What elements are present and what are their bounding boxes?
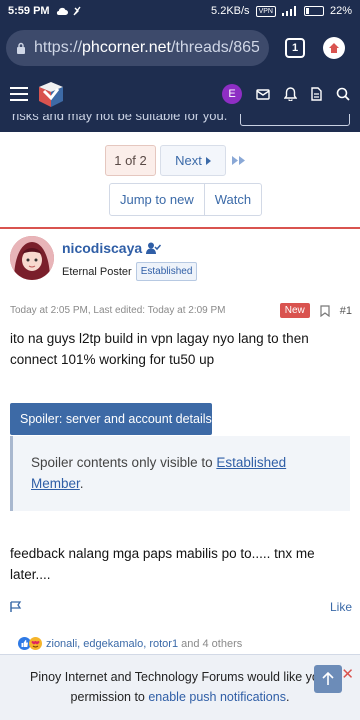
url-scheme: https:// — [34, 39, 83, 56]
like-button[interactable]: Like — [330, 600, 352, 614]
enable-push-link[interactable]: enable push notifications — [148, 690, 286, 704]
author-avatar[interactable] — [10, 236, 54, 280]
push-banner-end: . — [285, 690, 290, 704]
document-icon[interactable] — [311, 87, 322, 101]
push-notification-banner: Pinoy Internet and Technology Forums wou… — [0, 654, 360, 720]
url-text: https://phcorner.net/threads/8654 — [34, 39, 259, 57]
post-message-continued: feedback nalang mga paps mabilis po to..… — [10, 546, 315, 582]
jump-to-new-button[interactable]: Jump to new — [110, 184, 204, 215]
reaction-others[interactable]: and 4 others — [181, 638, 242, 650]
next-label: Next — [175, 153, 202, 168]
user-group-badge: Established — [135, 262, 198, 281]
vpn-indicator: VPN — [255, 5, 276, 17]
post-author: nicodiscaya Eternal Poster Established — [10, 236, 198, 281]
user-avatar-button[interactable]: E — [222, 84, 242, 104]
post-actions: Like — [10, 598, 352, 616]
notice-text: risks and may not be suitable for you. — [12, 114, 228, 123]
home-button[interactable] — [323, 37, 345, 59]
url-path: /threads/8654 — [170, 39, 259, 56]
signal-icon — [281, 6, 296, 16]
menu-icon[interactable] — [10, 87, 28, 101]
battery-percent: 22% — [329, 5, 352, 17]
search-icon[interactable] — [336, 87, 350, 101]
post-message: ito na guys l2tp build in vpn lagay nyo … — [10, 331, 309, 367]
notice-strip: risks and may not be suitable for you. — [0, 114, 360, 132]
spoiler-end: . — [79, 476, 84, 491]
bookmark-icon[interactable] — [320, 304, 330, 317]
author-name-text: nicodiscaya — [62, 240, 143, 256]
author-title: Eternal Poster — [62, 265, 132, 278]
author-name[interactable]: nicodiscaya — [62, 240, 197, 256]
spoiler-content: Spoiler contents only visible to Establi… — [10, 436, 350, 511]
new-badge: New — [279, 303, 310, 318]
mail-icon[interactable] — [256, 88, 270, 100]
thread-actions: Jump to new Watch — [109, 183, 263, 216]
reaction-users[interactable]: zionali, edgekamalo, rotor1 — [46, 638, 178, 650]
pagination: 1 of 2 Next — [105, 145, 248, 176]
lock-icon — [17, 42, 25, 54]
watch-button[interactable]: Watch — [203, 184, 261, 215]
spoiler-text: Spoiler contents only visible to — [31, 455, 217, 470]
verified-user-icon — [146, 242, 162, 254]
close-icon[interactable]: ✕ — [341, 665, 354, 685]
no-data-icon — [73, 6, 81, 16]
caret-right-icon — [205, 156, 211, 165]
tab-switcher-button[interactable]: 1 — [285, 38, 305, 58]
notice-button-edge[interactable] — [240, 114, 350, 126]
post-timestamp[interactable]: Today at 2:05 PM, Last edited: Today at … — [10, 305, 226, 316]
cloud-icon — [56, 7, 68, 15]
post-divider — [0, 227, 360, 229]
reactions-bar: zionali, edgekamalo, rotor1 and 4 others — [18, 637, 242, 650]
next-page-button[interactable]: Next — [160, 145, 226, 176]
home-icon — [329, 43, 339, 53]
page-selector[interactable]: 1 of 2 — [105, 145, 156, 176]
bell-icon[interactable] — [284, 87, 297, 101]
last-page-button[interactable] — [230, 145, 248, 176]
spoiler-button[interactable]: Spoiler: server and account details — [10, 403, 212, 435]
browser-toolbar: https://phcorner.net/threads/8654 1 — [0, 22, 360, 74]
love-reaction-icon — [29, 637, 42, 650]
avatar-illustration — [10, 236, 54, 280]
arrow-up-icon — [322, 672, 334, 685]
double-chevron-right-icon — [232, 156, 245, 165]
site-logo[interactable] — [38, 80, 64, 108]
battery-icon — [303, 6, 324, 16]
address-bar[interactable]: https://phcorner.net/threads/8654 — [6, 30, 269, 66]
site-header: E — [0, 74, 360, 114]
status-bar: 5:59 PM 5.2KB/s VPN 22% — [0, 0, 360, 22]
url-domain: phcorner.net — [82, 39, 171, 56]
status-time: 5:59 PM — [8, 5, 50, 17]
post-number[interactable]: #1 — [340, 305, 352, 317]
scroll-to-top-button[interactable] — [314, 665, 342, 693]
post-meta: Today at 2:05 PM, Last edited: Today at … — [10, 303, 352, 318]
report-flag-icon[interactable] — [10, 601, 22, 613]
network-speed: 5.2KB/s — [211, 5, 250, 17]
